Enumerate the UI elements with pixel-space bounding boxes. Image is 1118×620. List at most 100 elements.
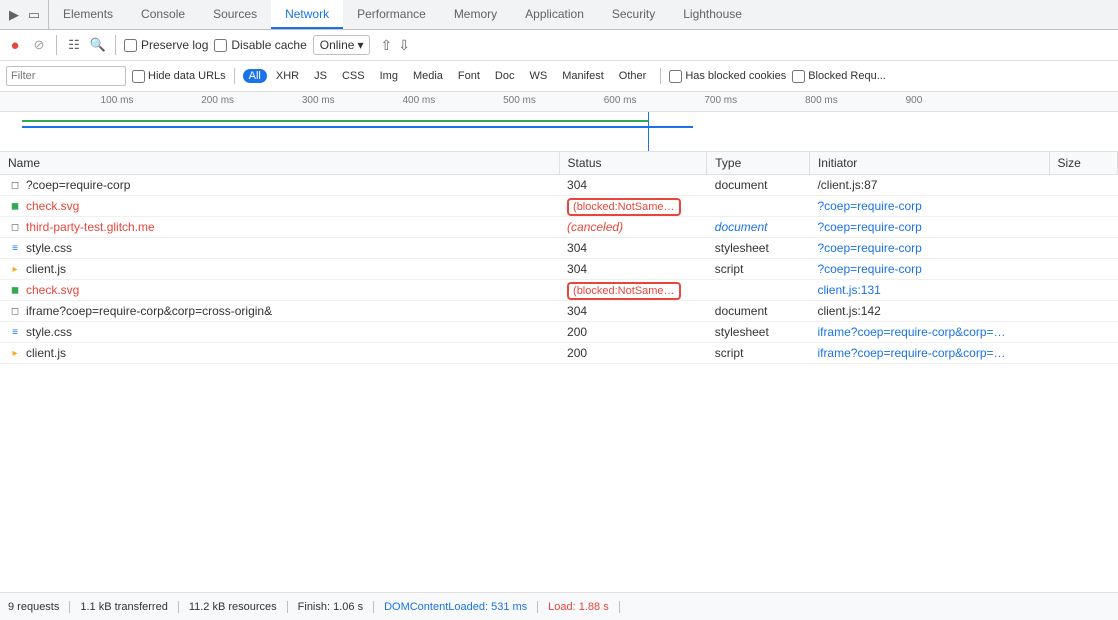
throttle-select[interactable]: Online ▾ <box>313 35 371 55</box>
blocked-requests-label[interactable]: Blocked Requ... <box>792 70 886 83</box>
table-body: ◻?coep=require-corp304document/client.js… <box>0 175 1118 364</box>
resource-initiator[interactable]: ?coep=require-corp <box>809 238 1049 259</box>
resource-size <box>1049 238 1117 259</box>
resource-initiator[interactable]: client.js:131 <box>809 280 1049 301</box>
resource-initiator[interactable]: ?coep=require-corp <box>809 217 1049 238</box>
file-type-icon: ◼ <box>8 199 22 213</box>
filter-tag-doc[interactable]: Doc <box>489 69 521 83</box>
tab-network[interactable]: Network <box>271 0 343 29</box>
table-row: ◻?coep=require-corp304document/client.js… <box>0 175 1118 196</box>
tick-600ms: 600 ms <box>604 95 637 106</box>
filter-separator <box>234 68 235 84</box>
filter-tag-css[interactable]: CSS <box>336 69 371 83</box>
clear-button[interactable]: ⊘ <box>30 36 48 54</box>
inspect-icon[interactable]: ▶ <box>6 7 22 23</box>
main-content: ● ⊘ ☷ 🔍 Preserve log Disable cache Onlin… <box>0 30 1118 620</box>
resource-type: document <box>707 217 810 238</box>
resource-status: (blocked:NotSame… <box>559 196 707 217</box>
has-blocked-cookies-label[interactable]: Has blocked cookies <box>669 70 786 83</box>
tab-performance[interactable]: Performance <box>343 0 440 29</box>
finish-time: Finish: 1.06 s <box>288 601 374 613</box>
resource-name[interactable]: third-party-test.glitch.me <box>26 220 155 234</box>
toolbar-separator-2 <box>115 35 116 55</box>
resources-size: 11.2 kB resources <box>179 601 288 613</box>
col-header-status[interactable]: Status <box>559 152 707 175</box>
search-button[interactable]: 🔍 <box>89 36 107 54</box>
resource-initiator[interactable]: iframe?coep=require-corp&corp=… <box>809 322 1049 343</box>
vertical-marker <box>648 112 649 152</box>
resource-initiator: /client.js:87 <box>809 175 1049 196</box>
resource-name[interactable]: check.svg <box>26 199 79 213</box>
resource-initiator[interactable]: ?coep=require-corp <box>809 196 1049 217</box>
tab-lighthouse[interactable]: Lighthouse <box>669 0 756 29</box>
resource-name[interactable]: check.svg <box>26 283 79 297</box>
resource-status: (blocked:NotSame… <box>559 280 707 301</box>
tick-100ms: 100 ms <box>101 95 134 106</box>
resource-type <box>707 196 810 217</box>
filter-tag-other[interactable]: Other <box>613 69 653 83</box>
filter-tag-font[interactable]: Font <box>452 69 486 83</box>
file-type-icon: ◼ <box>8 283 22 297</box>
has-blocked-cookies-checkbox[interactable] <box>669 70 682 83</box>
blue-timeline-bar <box>22 126 693 128</box>
tick-900: 900 <box>906 95 923 106</box>
filter-tag-all[interactable]: All <box>243 69 267 83</box>
record-button[interactable]: ● <box>6 36 24 54</box>
throttle-chevron-icon: ▾ <box>357 38 363 52</box>
preserve-log-checkbox-label[interactable]: Preserve log <box>124 38 208 52</box>
preserve-log-checkbox[interactable] <box>124 39 137 52</box>
filter-tag-manifest[interactable]: Manifest <box>556 69 610 83</box>
col-header-size[interactable]: Size <box>1049 152 1117 175</box>
resource-status: 304 <box>559 238 707 259</box>
tick-300ms: 300 ms <box>302 95 335 106</box>
resource-size <box>1049 301 1117 322</box>
tab-elements[interactable]: Elements <box>49 0 127 29</box>
col-header-name[interactable]: Name <box>0 152 559 175</box>
col-header-type[interactable]: Type <box>707 152 810 175</box>
resource-initiator[interactable]: ?coep=require-corp <box>809 259 1049 280</box>
disable-cache-checkbox[interactable] <box>214 39 227 52</box>
file-type-icon: ≡ <box>8 325 22 339</box>
timeline-ruler: 100 ms 200 ms 300 ms 400 ms 500 ms 600 m… <box>0 92 1118 112</box>
filter-tag-js[interactable]: JS <box>308 69 333 83</box>
resource-status: 304 <box>559 301 707 322</box>
upload-icon[interactable]: ⇧ <box>380 37 392 54</box>
timeline-bars <box>0 112 1118 152</box>
filter-input[interactable] <box>6 66 126 86</box>
device-icon[interactable]: ▭ <box>26 7 42 23</box>
resource-name: client.js <box>26 346 66 360</box>
resource-size <box>1049 280 1117 301</box>
hide-data-urls-label[interactable]: Hide data URLs <box>132 70 226 83</box>
table-row: ≡style.css304stylesheet?coep=require-cor… <box>0 238 1118 259</box>
filter-button[interactable]: ☷ <box>65 36 83 54</box>
blocked-requests-checkbox[interactable] <box>792 70 805 83</box>
toolbar-separator-1 <box>56 35 57 55</box>
resource-size <box>1049 259 1117 280</box>
resource-size <box>1049 343 1117 364</box>
tab-sources[interactable]: Sources <box>199 0 271 29</box>
hide-data-urls-checkbox[interactable] <box>132 70 145 83</box>
filter-tag-ws[interactable]: WS <box>523 69 553 83</box>
tab-memory[interactable]: Memory <box>440 0 511 29</box>
filter-tag-xhr[interactable]: XHR <box>270 69 305 83</box>
filter-tag-img[interactable]: Img <box>374 69 404 83</box>
col-header-initiator[interactable]: Initiator <box>809 152 1049 175</box>
network-table: Name Status Type Initiator Size ◻?coep=r… <box>0 152 1118 364</box>
status-bar: 9 requests 1.1 kB transferred 11.2 kB re… <box>0 592 1118 620</box>
dom-content-loaded: DOMContentLoaded: 531 ms <box>374 601 538 613</box>
tab-application[interactable]: Application <box>511 0 598 29</box>
resource-name: iframe?coep=require-corp&corp=cross-orig… <box>26 304 272 318</box>
resource-name: style.css <box>26 241 72 255</box>
tab-bar: ▶ ▭ Elements Console Sources Network Per… <box>0 0 1118 30</box>
resource-initiator[interactable]: iframe?coep=require-corp&corp=… <box>809 343 1049 364</box>
download-icon[interactable]: ⇩ <box>398 37 410 54</box>
file-type-icon: ◻ <box>8 220 22 234</box>
resource-size <box>1049 196 1117 217</box>
timeline-area: 100 ms 200 ms 300 ms 400 ms 500 ms 600 m… <box>0 92 1118 152</box>
tab-security[interactable]: Security <box>598 0 669 29</box>
data-transferred: 1.1 kB transferred <box>70 601 178 613</box>
tab-console[interactable]: Console <box>127 0 199 29</box>
filter-tag-media[interactable]: Media <box>407 69 449 83</box>
preserve-log-label: Preserve log <box>141 38 208 52</box>
disable-cache-checkbox-label[interactable]: Disable cache <box>214 38 306 52</box>
